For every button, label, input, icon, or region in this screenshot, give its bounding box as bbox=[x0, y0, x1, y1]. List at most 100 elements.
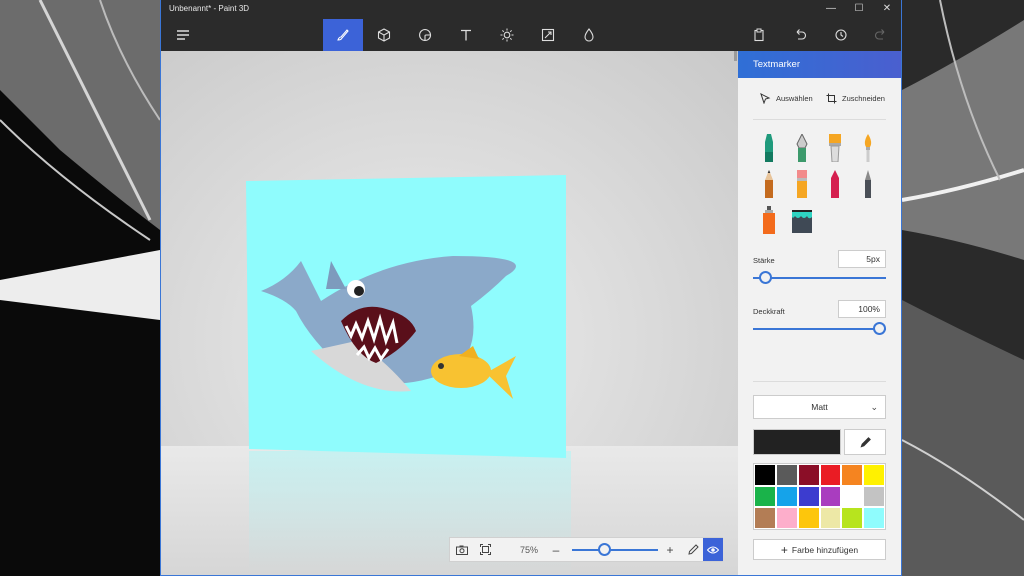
panel-divider bbox=[753, 119, 886, 120]
eyedropper-icon bbox=[860, 436, 871, 447]
thickness-slider-thumb[interactable] bbox=[759, 271, 772, 284]
brush-watercolor[interactable] bbox=[855, 133, 881, 163]
current-color-swatch[interactable] bbox=[753, 429, 841, 455]
brush-spray-can[interactable] bbox=[756, 205, 782, 235]
brush-crayon[interactable] bbox=[822, 169, 848, 199]
brush-eraser[interactable] bbox=[789, 169, 815, 199]
window-title: Unbenannt* - Paint 3D bbox=[169, 4, 250, 13]
drawing-canvas[interactable] bbox=[161, 51, 738, 575]
select-button[interactable]: Auswählen bbox=[760, 90, 813, 106]
eyedropper-button[interactable] bbox=[844, 429, 886, 455]
tool-text[interactable] bbox=[446, 19, 486, 51]
edit-mode-button[interactable] bbox=[683, 538, 703, 561]
finish-dropdown[interactable]: Matt ⌄ bbox=[753, 395, 886, 419]
zoom-bar: 75% – + bbox=[449, 537, 723, 562]
add-color-button[interactable]: + Farbe hinzufügen bbox=[753, 539, 886, 560]
camera-icon bbox=[456, 545, 468, 555]
color-swatch[interactable] bbox=[819, 464, 842, 486]
tool-3d-shapes[interactable] bbox=[364, 19, 404, 51]
opacity-label: Deckkraft bbox=[753, 307, 785, 316]
undo-icon bbox=[796, 29, 807, 40]
minimize-button[interactable]: — bbox=[817, 0, 845, 19]
color-swatch[interactable] bbox=[841, 485, 864, 508]
color-swatch[interactable] bbox=[754, 507, 776, 529]
brush-icon bbox=[337, 29, 349, 41]
zoom-slider-thumb[interactable] bbox=[597, 543, 611, 556]
tool-effects[interactable] bbox=[487, 19, 527, 51]
panel-title: Textmarker bbox=[753, 59, 800, 70]
eye-icon bbox=[707, 546, 719, 553]
history-icon bbox=[835, 29, 847, 41]
color-swatch[interactable] bbox=[775, 507, 798, 529]
close-button[interactable]: ✕ bbox=[873, 0, 901, 19]
crop-icon bbox=[826, 93, 837, 103]
paste-button[interactable] bbox=[739, 19, 779, 51]
side-panel: Textmarker Auswählen Zuschneiden Stärke … bbox=[738, 51, 901, 575]
undo-button[interactable] bbox=[780, 19, 820, 51]
color-swatch[interactable] bbox=[754, 464, 776, 486]
pixel-pen-icon bbox=[865, 170, 871, 198]
canvas-viewport[interactable]: 75% – + bbox=[161, 51, 738, 575]
title-bar: Unbenannt* - Paint 3D — ☐ ✕ bbox=[161, 0, 901, 19]
maximize-button[interactable]: ☐ bbox=[845, 0, 873, 19]
tool-canvas[interactable] bbox=[528, 19, 568, 51]
screenshot-button[interactable] bbox=[452, 538, 472, 561]
color-swatch[interactable] bbox=[775, 485, 798, 508]
view-mode-button[interactable] bbox=[703, 538, 723, 561]
crayon-icon bbox=[831, 170, 839, 198]
main-toolbar bbox=[161, 19, 901, 51]
color-palette bbox=[753, 463, 886, 530]
history-button[interactable] bbox=[821, 19, 861, 51]
color-swatch[interactable] bbox=[775, 464, 798, 486]
thickness-slider-track[interactable] bbox=[753, 277, 886, 279]
sticker-icon bbox=[419, 28, 432, 42]
pencil-icon bbox=[687, 544, 699, 555]
color-swatch[interactable] bbox=[841, 507, 864, 529]
fit-screen-icon bbox=[479, 544, 491, 555]
opacity-input[interactable]: 100% bbox=[838, 300, 886, 318]
color-swatch[interactable] bbox=[841, 464, 864, 486]
thickness-input[interactable]: 5px bbox=[838, 250, 886, 268]
opacity-slider-track[interactable] bbox=[753, 328, 886, 330]
hamburger-menu-button[interactable] bbox=[163, 19, 203, 51]
panel-divider bbox=[753, 381, 886, 382]
zoom-out-button[interactable]: – bbox=[546, 538, 566, 561]
chevron-down-icon: ⌄ bbox=[870, 402, 878, 412]
select-label: Auswählen bbox=[776, 93, 813, 103]
zoom-value: 75% bbox=[519, 544, 538, 555]
brush-marker[interactable] bbox=[756, 133, 782, 163]
brush-pixel-pen[interactable] bbox=[855, 169, 881, 199]
color-swatch[interactable] bbox=[863, 464, 885, 486]
fit-to-window-button[interactable] bbox=[475, 538, 495, 561]
paint3d-window: Unbenannt* - Paint 3D — ☐ ✕ 75% – + Text… bbox=[160, 0, 902, 576]
zoom-slider-track[interactable] bbox=[572, 549, 658, 551]
tool-stickers[interactable] bbox=[405, 19, 445, 51]
paste-icon bbox=[754, 28, 764, 42]
add-color-label: Farbe hinzufügen bbox=[791, 544, 859, 555]
color-swatch[interactable] bbox=[797, 485, 820, 508]
calligraphy-pen-icon bbox=[796, 134, 808, 162]
brush-fill[interactable] bbox=[789, 205, 815, 235]
effects-sun-icon bbox=[500, 28, 514, 42]
pencil-tool-icon bbox=[765, 170, 773, 198]
color-swatch[interactable] bbox=[863, 507, 885, 529]
canvas-scrollbar[interactable] bbox=[734, 51, 737, 61]
redo-icon bbox=[874, 29, 885, 40]
opacity-slider-thumb[interactable] bbox=[873, 322, 886, 335]
color-swatch[interactable] bbox=[863, 485, 885, 508]
color-swatch[interactable] bbox=[819, 507, 842, 529]
crop-button[interactable]: Zuschneiden bbox=[826, 90, 885, 106]
zoom-in-button[interactable]: + bbox=[660, 538, 680, 561]
color-swatch[interactable] bbox=[797, 507, 820, 529]
color-swatch[interactable] bbox=[797, 464, 820, 486]
redo-button[interactable] bbox=[861, 19, 901, 51]
brush-pencil[interactable] bbox=[756, 169, 782, 199]
color-swatch[interactable] bbox=[754, 485, 776, 508]
brush-oil[interactable] bbox=[822, 133, 848, 163]
brush-calligraphy-pen[interactable] bbox=[789, 133, 815, 163]
panel-header: Textmarker bbox=[738, 51, 901, 78]
tool-remix-3d[interactable] bbox=[569, 19, 609, 51]
fill-bucket-icon bbox=[792, 210, 812, 233]
color-swatch[interactable] bbox=[819, 485, 842, 508]
tool-brushes[interactable] bbox=[323, 19, 363, 51]
